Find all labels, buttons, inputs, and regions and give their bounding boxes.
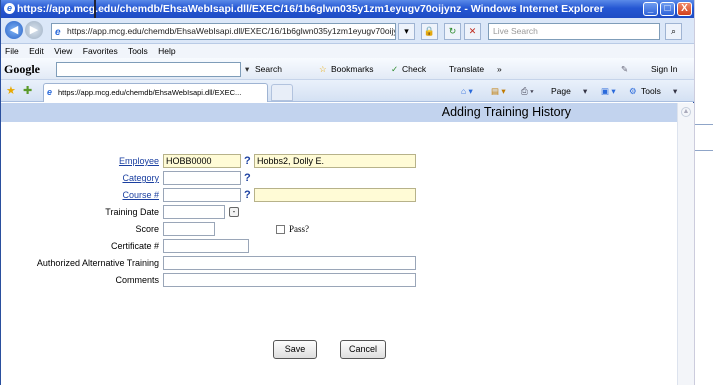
text-cursor [94, 0, 96, 18]
tools-menu-button[interactable]: Tools [641, 80, 661, 102]
menu-edit[interactable]: Edit [29, 46, 44, 56]
background-window-edge [694, 0, 713, 385]
lock-icon[interactable]: 🔒 [421, 23, 438, 40]
gear-icon: ⚙ [629, 86, 637, 96]
vertical-scrollbar[interactable]: ▲ [677, 103, 694, 385]
add-favorite-icon[interactable]: ✚ [23, 80, 32, 102]
menu-favorites[interactable]: Favorites [83, 46, 118, 56]
background-divider [695, 124, 713, 125]
live-search-input[interactable]: Live Search [488, 23, 660, 40]
toolbar-more-button[interactable]: » [497, 58, 502, 79]
window-title: https://app.mcg.edu/chemdb/EhsaWebIsapi.… [17, 3, 604, 15]
safety-icon[interactable]: ▣ ▾ [601, 80, 616, 102]
alt-training-label: Authorized Alternative Training [36, 258, 159, 268]
score-field[interactable] [163, 222, 215, 236]
google-check-button[interactable]: Check [402, 58, 426, 79]
home-icon[interactable]: ⌂ ▾ [461, 80, 473, 102]
course-number-field[interactable] [163, 188, 241, 202]
alt-training-field[interactable] [163, 256, 416, 270]
print-icon[interactable]: ⎙ ▾ [521, 80, 534, 102]
pass-label: Pass? [289, 224, 309, 234]
calendar-icon[interactable]: - [229, 207, 239, 217]
category-label[interactable]: Category [1, 171, 159, 185]
forward-button[interactable]: ▶ [25, 21, 43, 39]
menu-bar: File Edit View Favorites Tools Help [1, 44, 695, 58]
course-label[interactable]: Course # [1, 188, 159, 202]
google-search-input[interactable] [56, 62, 241, 77]
bookmark-star-icon: ☆ [319, 64, 327, 74]
page-menu-button[interactable]: Page [551, 80, 571, 102]
feeds-icon[interactable]: ▤ ▾ [491, 80, 506, 102]
category-field[interactable] [163, 171, 241, 185]
certificate-field[interactable] [163, 239, 249, 253]
score-label: Score [135, 224, 159, 234]
menu-tools[interactable]: Tools [128, 46, 148, 56]
tab-current[interactable]: e https://app.mcg.edu/chemdb/EhsaWebIsap… [43, 83, 268, 102]
title-bar: e https://app.mcg.edu/chemdb/EhsaWebIsap… [1, 0, 695, 18]
page-title: Adding Training History [1, 103, 677, 122]
page-content: Adding Training History ▲ Employee HOBB0… [1, 103, 695, 385]
employee-label[interactable]: Employee [1, 154, 159, 168]
favorites-center-icon[interactable]: ★ [6, 80, 16, 102]
cancel-button[interactable]: Cancel [340, 340, 386, 359]
comments-field[interactable] [163, 273, 416, 287]
address-input[interactable]: e https://app.mcg.edu/chemdb/EhsaWebIsap… [51, 23, 396, 40]
tab-bar: ★ ✚ e https://app.mcg.edu/chemdb/EhsaWeb… [1, 80, 695, 102]
page-menu-chevron-icon[interactable]: ▾ [583, 80, 587, 102]
address-toolbar: ◀ ▶ e https://app.mcg.edu/chemdb/EhsaWeb… [1, 18, 695, 44]
back-button[interactable]: ◀ [5, 21, 23, 39]
background-divider [695, 150, 713, 151]
ie-logo-icon: e [4, 3, 15, 14]
google-translate-button[interactable]: Translate [449, 58, 484, 79]
sign-in-link[interactable]: Sign In [651, 58, 677, 79]
minimize-button[interactable]: _ [643, 2, 658, 16]
scroll-up-icon[interactable]: ▲ [681, 107, 691, 117]
google-logo: Google [4, 62, 40, 76]
menu-help[interactable]: Help [158, 46, 175, 56]
new-tab-button[interactable] [271, 84, 293, 101]
tab-title: https://app.mcg.edu/chemdb/EhsaWebIsapi.… [58, 88, 242, 97]
tab-page-icon: e [47, 87, 53, 97]
page-icon: e [55, 27, 61, 38]
google-search-button[interactable]: Search [255, 58, 282, 79]
browser-window: e https://app.mcg.edu/chemdb/EhsaWebIsap… [0, 0, 695, 385]
menu-view[interactable]: View [54, 46, 72, 56]
category-help-icon[interactable]: ? [244, 171, 251, 185]
course-name-field [254, 188, 416, 202]
address-text: https://app.mcg.edu/chemdb/EhsaWebIsapi.… [67, 26, 396, 36]
menu-file[interactable]: File [5, 46, 19, 56]
maximize-button[interactable]: □ [660, 2, 675, 16]
comments-label: Comments [115, 275, 159, 285]
training-date-label: Training Date [105, 207, 159, 217]
screen: e https://app.mcg.edu/chemdb/EhsaWebIsap… [0, 0, 713, 385]
training-date-field[interactable] [163, 205, 225, 219]
google-toolbar: Google ▾ Search ☆ Bookmarks ✓ Check Tran… [1, 58, 695, 80]
course-help-icon[interactable]: ? [244, 188, 251, 202]
google-bookmarks-button[interactable]: Bookmarks [331, 58, 374, 79]
employee-id-field[interactable]: HOBB0000 [163, 154, 241, 168]
employee-name-field: Hobbs2, Dolly E. [254, 154, 416, 168]
search-icon[interactable]: ⌕ [665, 23, 682, 40]
certificate-label: Certificate # [110, 241, 159, 251]
wrench-icon[interactable]: ✎ [621, 58, 628, 79]
save-button[interactable]: Save [273, 340, 317, 359]
refresh-icon[interactable]: ↻ [444, 23, 461, 40]
google-dropdown-icon[interactable]: ▾ [245, 58, 249, 79]
address-dropdown-icon[interactable]: ▾ [398, 23, 415, 40]
tools-chevron-icon[interactable]: ▾ [673, 80, 677, 102]
pass-checkbox[interactable] [276, 225, 285, 234]
spellcheck-icon: ✓ [391, 64, 399, 74]
employee-help-icon[interactable]: ? [244, 154, 251, 168]
close-button[interactable]: X [677, 2, 692, 16]
stop-icon[interactable]: ✕ [464, 23, 481, 40]
